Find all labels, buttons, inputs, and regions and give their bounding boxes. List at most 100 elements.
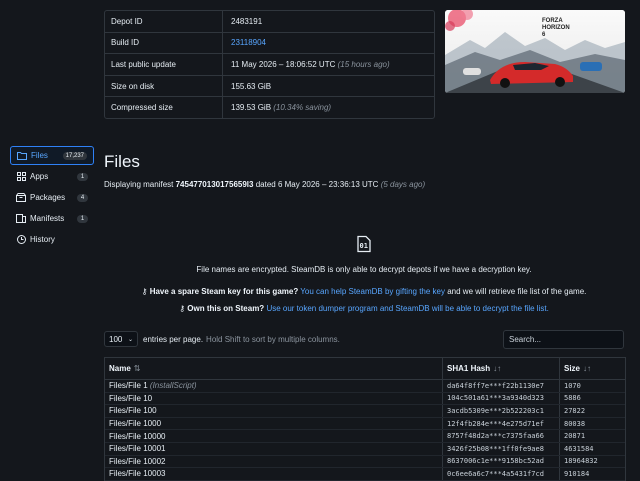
page-title: Files bbox=[104, 152, 140, 171]
file-hash: 8637006c1e***9158bc52ad bbox=[443, 455, 560, 468]
sidebar-item-history[interactable]: History bbox=[10, 230, 94, 249]
info-row-last-update: Last public update 11 May 2026 – 18:06:5… bbox=[105, 54, 434, 76]
info-row-compressed-size: Compressed size 139.53 GiB (10.34% savin… bbox=[105, 97, 434, 118]
entries-value: 100 bbox=[109, 334, 123, 344]
compression-saving: (10.34% saving) bbox=[273, 103, 332, 113]
last-update-relative: (15 hours ago) bbox=[337, 59, 390, 69]
file-hash: 8757f48d2a***c7375faa66 bbox=[443, 430, 560, 442]
sort-hint: Hold Shift to sort by multiple columns. bbox=[206, 334, 340, 344]
info-label: Size on disk bbox=[105, 75, 223, 97]
manifest-id: 7454770130175659l3 bbox=[175, 180, 254, 189]
file-hash: da64f8ff7e***f22b1130e7 bbox=[443, 380, 560, 392]
file-size: 80038 bbox=[564, 419, 586, 428]
file-size: 18964832 bbox=[564, 457, 598, 466]
manifests-icon bbox=[16, 214, 26, 224]
file-size: 5886 bbox=[564, 394, 581, 403]
token-dumper-link[interactable]: Use our token dumper program and SteamDB… bbox=[266, 304, 548, 313]
folder-icon bbox=[17, 151, 27, 161]
sidebar-item-apps[interactable]: Apps 1 bbox=[10, 167, 94, 186]
file-size: 20871 bbox=[564, 432, 586, 441]
table-row: Files/File 10000 8757f48d2a***c7375faa66… bbox=[105, 430, 625, 443]
file-size: 910184 bbox=[564, 469, 590, 478]
gift-key-rest: and we will retrieve file list of the ga… bbox=[447, 287, 587, 296]
encrypted-file-icon: 01 bbox=[355, 235, 373, 253]
file-tag: (InstallScript) bbox=[149, 381, 197, 391]
file-name: Files/File 10000 bbox=[109, 431, 166, 441]
info-row-depot-id: Depot ID 2483191 bbox=[105, 11, 434, 33]
count-badge: 1 bbox=[77, 172, 88, 181]
info-label: Last public update bbox=[105, 54, 223, 75]
sidebar-item-label: History bbox=[30, 235, 55, 244]
forza-logo: FORZA HORIZON 6 bbox=[542, 18, 570, 38]
files-table: Name ⇅ SHA1 Hash ↓↑ Size ↓↑ Files/File 1 (I… bbox=[104, 357, 626, 481]
chevron-down-icon: ⌄ bbox=[127, 336, 133, 343]
sort-ascending-icon: ⇅ bbox=[133, 364, 141, 373]
table-row: Files/File 100 3acdb5309e***2b522203c1 2… bbox=[105, 405, 625, 418]
file-name: Files/File 1 bbox=[109, 381, 148, 391]
depot-info-table: Depot ID 2483191 Build ID 23118904 Last … bbox=[104, 10, 435, 119]
game-header-image: FORZA HORIZON 6 bbox=[445, 10, 625, 93]
file-hash: 104c501a61***3a9340d323 bbox=[443, 392, 560, 405]
manifest-date: dated 6 May 2026 – 23:36:13 UTC bbox=[255, 180, 379, 189]
sidebar-item-label: Manifests bbox=[30, 214, 65, 223]
sidebar-item-label: Files bbox=[31, 151, 48, 160]
own-on-steam-question: Own this on Steam? bbox=[187, 304, 265, 313]
sidebar-item-manifests[interactable]: Manifests 1 bbox=[10, 209, 94, 228]
column-header-hash[interactable]: SHA1 Hash ↓↑ bbox=[443, 358, 560, 379]
manifest-info: Displaying manifest 7454770130175659l3 d… bbox=[104, 180, 425, 189]
compressed-size-value: 139.53 GiB bbox=[231, 103, 272, 113]
file-size: 4631584 bbox=[564, 444, 594, 453]
manifest-relative-time: (5 days ago) bbox=[380, 180, 426, 189]
file-name: Files/File 10002 bbox=[109, 456, 166, 466]
file-name: Files/File 10001 bbox=[109, 444, 166, 454]
key-icon: ⚷ bbox=[179, 304, 186, 313]
sidebar-item-label: Apps bbox=[30, 172, 49, 181]
depot-sidebar: Files 17,237 Apps 1 Packages 4 Manifests… bbox=[10, 146, 94, 251]
svg-text:01: 01 bbox=[360, 242, 368, 250]
count-badge: 4 bbox=[77, 193, 88, 202]
gift-key-question: Have a spare Steam key for this game? bbox=[149, 287, 299, 296]
entries-per-page-select[interactable]: 100 ⌄ bbox=[104, 331, 138, 347]
file-hash: 12f4fb284e***4e275d71ef bbox=[443, 417, 560, 430]
column-header-name[interactable]: Name ⇅ bbox=[105, 358, 443, 379]
build-id-link[interactable]: 23118904 bbox=[231, 38, 266, 47]
file-name: Files/File 10 bbox=[109, 393, 153, 403]
info-row-size-on-disk: Size on disk 155.63 GiB bbox=[105, 75, 434, 98]
key-icon: ⚷ bbox=[141, 287, 148, 296]
entries-label: entries per page. bbox=[143, 334, 204, 344]
size-on-disk-value: 155.63 GiB bbox=[231, 81, 272, 91]
info-label: Depot ID bbox=[105, 11, 223, 32]
encryption-notice: File names are encrypted. SteamDB is onl… bbox=[196, 265, 532, 274]
info-row-build-id: Build ID 23118904 bbox=[105, 32, 434, 55]
apps-icon bbox=[16, 172, 26, 182]
depot-id-value: 2483191 bbox=[231, 16, 263, 26]
sidebar-item-files[interactable]: Files 17,237 bbox=[10, 146, 94, 165]
token-dumper-notice: ⚷ Own this on Steam? Use our token dumpe… bbox=[104, 304, 624, 313]
info-label: Compressed size bbox=[105, 97, 223, 118]
column-header-size[interactable]: Size ↓↑ bbox=[560, 358, 623, 379]
table-row: Files/File 10001 3426f25b08***1ff0fe9ae8… bbox=[105, 442, 625, 456]
last-update-value: 11 May 2026 – 18:06:52 UTC bbox=[231, 59, 336, 69]
file-size: 1070 bbox=[564, 381, 581, 390]
table-header: Name ⇅ SHA1 Hash ↓↑ Size ↓↑ bbox=[105, 358, 625, 380]
file-hash: 3426f25b08***1ff0fe9ae8 bbox=[443, 442, 560, 455]
table-row: Files/File 10003 0c6ee6a6c7***4a5431f7cd… bbox=[105, 468, 625, 481]
gift-key-notice: ⚷ Have a spare Steam key for this game? … bbox=[104, 287, 624, 296]
table-row: Files/File 10 104c501a61***3a9340d323 58… bbox=[105, 392, 625, 406]
sort-icon: ↓↑ bbox=[583, 364, 592, 373]
sort-icon: ↓↑ bbox=[493, 364, 502, 373]
table-row: Files/File 1000 12f4fb284e***4e275d71ef … bbox=[105, 417, 625, 431]
gift-key-link[interactable]: You can help SteamDB by gifting the key bbox=[300, 287, 445, 296]
game-art-illustration bbox=[445, 10, 625, 93]
sidebar-item-label: Packages bbox=[30, 193, 66, 202]
sidebar-item-packages[interactable]: Packages 4 bbox=[10, 188, 94, 207]
count-badge: 17,237 bbox=[62, 151, 87, 160]
info-label: Build ID bbox=[105, 32, 223, 54]
file-name: Files/File 1000 bbox=[109, 419, 162, 429]
manifest-prefix: Displaying manifest bbox=[104, 180, 174, 189]
count-badge: 1 bbox=[77, 214, 88, 223]
file-size: 27822 bbox=[564, 406, 586, 415]
history-icon bbox=[16, 235, 26, 245]
entries-control: 100 ⌄ entries per page. Hold Shift to so… bbox=[104, 331, 340, 347]
search-input[interactable] bbox=[503, 330, 624, 349]
